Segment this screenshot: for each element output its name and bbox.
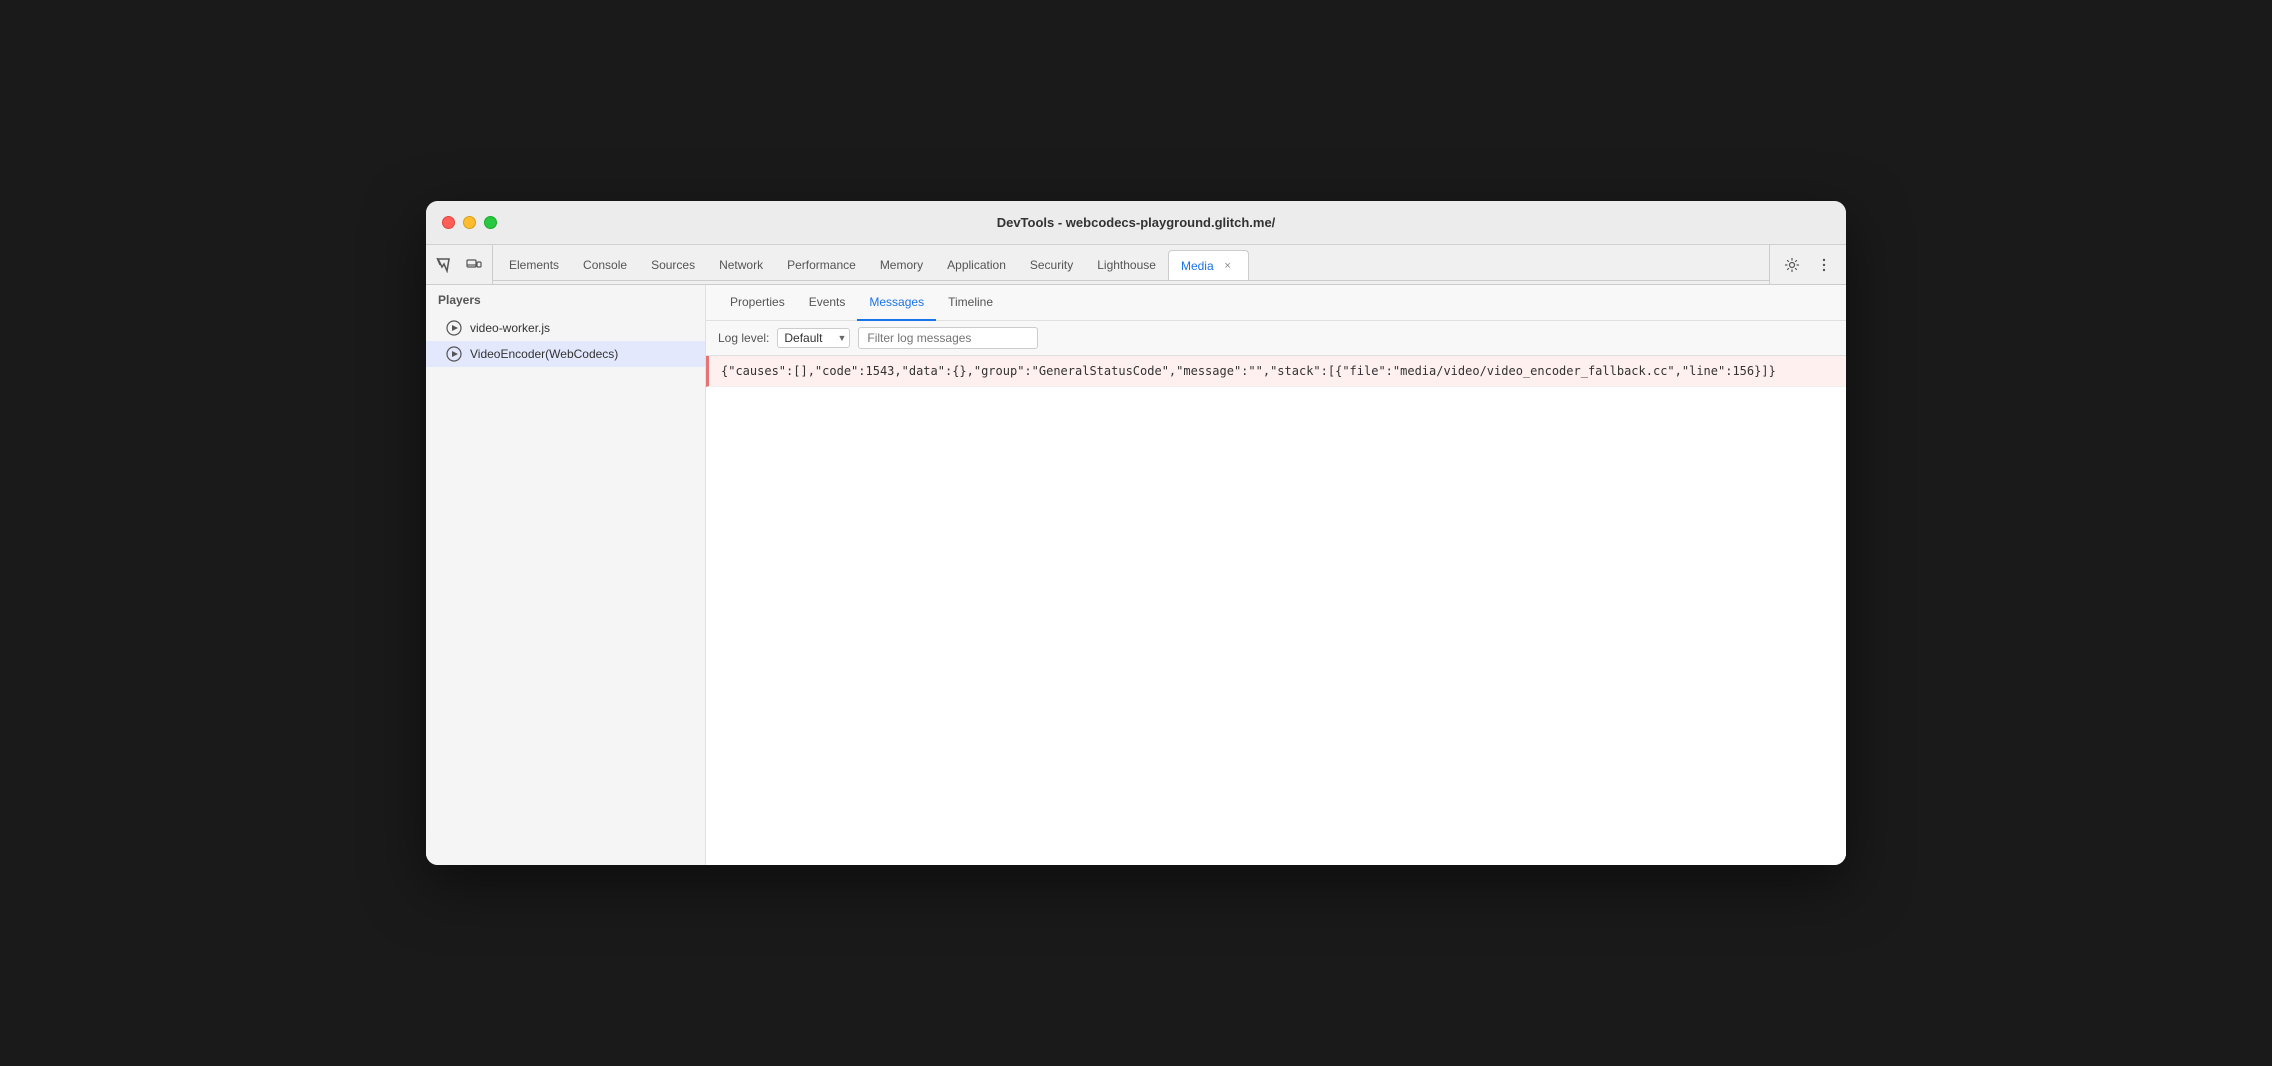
window-title: DevTools - webcodecs-playground.glitch.m… (997, 215, 1276, 230)
tab-performance[interactable]: Performance (775, 250, 868, 280)
tab-memory[interactable]: Memory (868, 250, 935, 280)
log-level-select[interactable]: Default Verbose Info Warning Error (777, 328, 850, 348)
log-level-wrapper: Default Verbose Info Warning Error ▼ (777, 328, 850, 348)
player-item-video-worker[interactable]: video-worker.js (426, 315, 705, 341)
content-panel: Properties Events Messages Timeline Log … (706, 285, 1846, 865)
more-options-icon[interactable] (1810, 251, 1838, 279)
content-tab-events[interactable]: Events (797, 285, 858, 321)
tab-application[interactable]: Application (935, 250, 1018, 280)
player-play-icon (446, 320, 462, 336)
main-tab-bar: Elements Console Sources Network Perform… (493, 245, 1769, 281)
log-toolbar: Log level: Default Verbose Info Warning … (706, 321, 1846, 356)
filter-input[interactable] (858, 327, 1038, 349)
content-tab-messages[interactable]: Messages (857, 285, 936, 321)
settings-icon[interactable] (1778, 251, 1806, 279)
tab-elements[interactable]: Elements (497, 250, 571, 280)
player-item-video-encoder[interactable]: VideoEncoder(WebCodecs) (426, 341, 705, 367)
title-bar: DevTools - webcodecs-playground.glitch.m… (426, 201, 1846, 245)
tab-lighthouse[interactable]: Lighthouse (1085, 250, 1168, 280)
tab-media-close[interactable]: × (1220, 258, 1236, 274)
player-play-icon-2 (446, 346, 462, 362)
devtools-panel: Elements Console Sources Network Perform… (426, 245, 1846, 865)
main-content: Players video-worker.js (426, 285, 1846, 865)
traffic-lights (442, 216, 497, 229)
minimize-button[interactable] (463, 216, 476, 229)
player-label-video-worker: video-worker.js (470, 321, 550, 335)
tab-media[interactable]: Media × (1168, 250, 1249, 280)
tab-network[interactable]: Network (707, 250, 775, 280)
log-entry: {"causes":[],"code":1543,"data":{},"grou… (706, 356, 1846, 387)
player-label-video-encoder: VideoEncoder(WebCodecs) (470, 347, 618, 361)
tab-sources[interactable]: Sources (639, 250, 707, 280)
sidebar-header: Players (426, 285, 705, 315)
devtools-window: DevTools - webcodecs-playground.glitch.m… (426, 201, 1846, 865)
close-button[interactable] (442, 216, 455, 229)
content-tab-bar: Properties Events Messages Timeline (706, 285, 1846, 321)
tab-console[interactable]: Console (571, 250, 639, 280)
maximize-button[interactable] (484, 216, 497, 229)
content-tab-properties[interactable]: Properties (718, 285, 797, 321)
inspect-icon[interactable] (430, 251, 458, 279)
log-messages-area: {"causes":[],"code":1543,"data":{},"grou… (706, 356, 1846, 865)
log-entry-text: {"causes":[],"code":1543,"data":{},"grou… (721, 364, 1776, 378)
content-tab-timeline[interactable]: Timeline (936, 285, 1005, 321)
log-level-label: Log level: (718, 331, 769, 345)
device-toggle-icon[interactable] (460, 251, 488, 279)
tab-security[interactable]: Security (1018, 250, 1085, 280)
players-sidebar: Players video-worker.js (426, 285, 706, 865)
